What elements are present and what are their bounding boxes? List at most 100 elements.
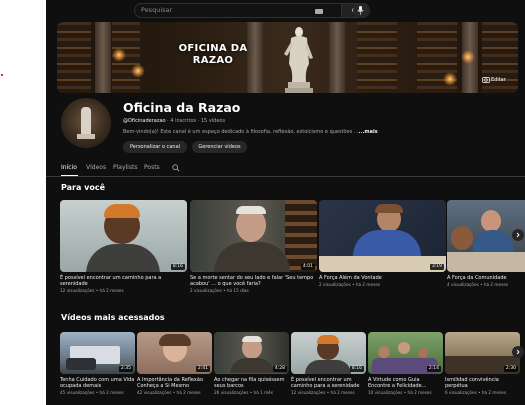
video-duration: 4:01 (300, 264, 315, 270)
camera-icon[interactable] (482, 76, 490, 83)
video-card[interactable]: 2:35 Tenha Cuidado com uma Vida ocupada … (60, 332, 135, 395)
hair (375, 204, 403, 213)
top-bar: Pesquisar (46, 0, 525, 21)
channel-meta: @Oficinaderazao · 4 inscritos · 15 vídeo… (123, 118, 225, 124)
next-arrow-button[interactable] (512, 346, 524, 358)
tabs-divider (46, 176, 525, 177)
video-card[interactable]: 2:41 A Importância da Reflexão Conheça a… (137, 332, 212, 395)
video-card[interactable]: 4:28 Ao chegar na fila quiséssem seus ba… (214, 332, 289, 395)
video-thumbnail[interactable]: 4:28 (214, 332, 289, 374)
watch-progress (214, 372, 289, 374)
person-head (398, 342, 410, 354)
video-thumbnail[interactable]: 8:16 (60, 200, 187, 272)
next-arrow-button[interactable] (512, 229, 524, 241)
youtube-channel-page: Pesquisar OFICINA DA RAZAO Editar Oficin… (46, 0, 525, 405)
video-meta: 42 visualizações • há 2 meses (137, 390, 201, 396)
channel-banner: OFICINA DA RAZAO Editar (57, 22, 518, 93)
video-duration: 2:41 (195, 366, 210, 372)
video-thumbnail[interactable]: 8:16 (291, 332, 366, 374)
video-card[interactable]: 4:01 Se a morte sentar do seu lado e fal… (190, 200, 317, 293)
video-card[interactable]: 8:16 É possível encontrar um caminho par… (60, 200, 187, 293)
tab-home[interactable]: Início (61, 164, 77, 171)
chevron-right-icon (516, 232, 520, 238)
edit-banner-button[interactable]: Editar (491, 77, 506, 83)
gray-hair (242, 336, 262, 342)
video-card[interactable]: 3:19 A Força Além da Vontade 2 visualiza… (319, 200, 446, 287)
video-card[interactable]: 8:16 É possível encontrar um caminho par… (291, 332, 366, 395)
person-head (378, 346, 390, 358)
video-thumbnail[interactable]: 2:41 (137, 332, 212, 374)
candle-light (461, 50, 475, 64)
video-meta: 26 visualizações • há 1 mês (214, 390, 273, 396)
section-title-for-you: Para você (61, 183, 106, 192)
video-duration: 4:28 (272, 366, 287, 372)
video-meta: 12 visualizações • há 2 meses (291, 390, 355, 396)
video-title[interactable]: Tenha Cuidado com uma Vida ocupada demai… (60, 377, 135, 389)
tab-posts[interactable]: Posts (144, 164, 160, 171)
page-marker (1, 74, 3, 76)
person-body (473, 230, 513, 252)
video-card[interactable]: A Força da Comunidade 4 visualizações • … (447, 200, 525, 287)
table (447, 252, 525, 272)
channel-description[interactable]: Bem-vindo(a)! Este canal é um espaço ded… (123, 129, 378, 135)
hair (159, 334, 191, 346)
video-duration: 8:16 (170, 264, 185, 270)
video-card[interactable]: 2:14 A Virtude como Guia Encontre a Feli… (368, 332, 443, 395)
video-title[interactable]: Se a morte sentar do seu lado e falar 'S… (190, 275, 317, 287)
person-body (86, 244, 160, 272)
video-duration: 2:35 (118, 366, 133, 372)
statue-figure (81, 107, 91, 135)
video-title[interactable]: A Força da Comunidade (447, 275, 525, 281)
video-title[interactable]: Ismilidad convivência perpétua (445, 377, 520, 389)
video-title[interactable]: É possível encontrar um caminho para a s… (60, 275, 187, 287)
channel-stats: · 4 inscritos · 15 vídeos (167, 118, 226, 124)
video-meta: 4 visualizações • há 2 meses (447, 282, 509, 288)
watch-progress (190, 270, 206, 272)
desk-paper (319, 256, 446, 272)
video-title[interactable]: É possível encontrar um caminho para a s… (291, 377, 366, 389)
channel-avatar[interactable] (61, 98, 111, 148)
customize-channel-button[interactable]: Personalizar o canal (123, 141, 187, 153)
video-card[interactable]: 2:30 Ismilidad convivência perpétua 6 vi… (445, 332, 520, 395)
more-link[interactable]: ...mais (359, 129, 378, 135)
manage-videos-button[interactable]: Gerenciar vídeos (192, 141, 247, 153)
statue-base (77, 134, 95, 139)
video-meta: 12 visualizações • há 2 meses (60, 288, 124, 294)
beanie (317, 335, 339, 344)
beanie (104, 204, 140, 218)
keyboard-icon[interactable] (315, 9, 323, 14)
search-box[interactable]: Pesquisar (134, 3, 370, 18)
bookshelf-decoration (285, 200, 317, 272)
channel-tabs: Início Vídeos Playlists Posts (61, 162, 511, 176)
video-meta: 2 visualizações • há 2 meses (319, 282, 381, 288)
video-thumbnail[interactable]: 2:30 (445, 332, 520, 374)
channel-name: Oficina da Razao (123, 100, 241, 115)
channel-handle: @Oficinaderazao (123, 118, 166, 124)
search-input[interactable]: Pesquisar (141, 6, 172, 14)
candle-light (112, 48, 126, 62)
video-meta: 2 visualizações • há 15 dias (190, 288, 249, 294)
bookshelf-decoration (57, 22, 91, 93)
video-thumbnail[interactable]: 2:35 (60, 332, 135, 374)
description-text: Bem-vindo(a)! Este canal é um espaço ded… (123, 129, 359, 135)
tab-playlists[interactable]: Playlists (113, 164, 137, 171)
column-decoration (329, 22, 345, 93)
video-title[interactable]: A Importância da Reflexão Conheça a Si M… (137, 377, 212, 389)
video-title[interactable]: Ao chegar na fila quiséssem seus barcos (214, 377, 289, 389)
video-duration: 3:19 (429, 264, 444, 270)
video-thumbnail[interactable]: 2:14 (368, 332, 443, 374)
video-thumbnail[interactable]: 3:19 (319, 200, 446, 272)
voice-search-button[interactable] (353, 3, 368, 18)
person-head (418, 348, 428, 358)
person-head (451, 226, 473, 250)
chevron-right-icon (516, 349, 520, 355)
search-icon[interactable] (172, 164, 180, 172)
video-title[interactable]: A Virtude como Guia Encontre a Felicidad… (368, 377, 443, 389)
video-thumbnail[interactable]: 4:01 (190, 200, 317, 272)
video-meta: 6 visualizações • há 2 meses (445, 390, 507, 396)
video-title[interactable]: A Força Além da Vontade (319, 275, 446, 281)
person-head (481, 210, 501, 232)
tab-videos[interactable]: Vídeos (86, 164, 106, 171)
microphone-icon (357, 6, 364, 15)
video-duration: 2:30 (503, 366, 518, 372)
